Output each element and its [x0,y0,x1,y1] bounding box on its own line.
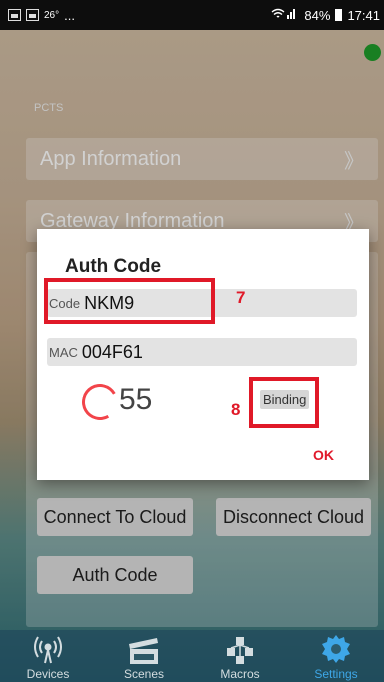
battery-percent: 84% [304,7,331,23]
nav-devices[interactable]: Devices [0,630,96,682]
clock: 17:41 [347,7,380,23]
nav-devices-label: Devices [26,667,70,681]
gear-icon [322,635,350,663]
mac-value: 004F61 [81,341,143,362]
nav-macros-label: Macros [220,667,260,681]
dialog-title: Auth Code [65,256,162,277]
gallery-notification-icon [8,9,21,21]
annotation-number-7: 7 [236,288,246,307]
flipboard-notification-icon [26,9,39,21]
nav-macros[interactable]: Macros [192,630,288,682]
annotation-box-code [44,278,215,324]
auth-code-dialog: Auth Code Code NKM9 MAC 004F61 55 Bindin… [37,229,369,480]
devices-icon [34,636,62,664]
nav-settings-label: Settings [314,667,358,681]
progress-spinner-icon [77,379,123,425]
wifi-signal-icon [271,7,299,23]
mac-field[interactable]: MAC 004F61 [47,338,357,366]
ok-button[interactable]: OK [313,447,334,463]
status-more-dots: ... [64,7,75,23]
nav-scenes[interactable]: Scenes [96,630,192,682]
annotation-box-binding [249,377,319,428]
battery-icon [335,9,343,21]
countdown-value: 55 [119,383,153,416]
bottom-nav: Devices Scenes Macros Settings [0,630,384,682]
mac-label: MAC [49,344,78,360]
nav-scenes-label: Scenes [123,667,165,681]
status-temperature: 26° [44,9,60,21]
annotation-number-8: 8 [231,400,241,419]
clapperboard-icon [129,638,158,664]
status-bar: 26° ... 84% 17:41 [0,0,384,30]
nav-settings[interactable]: Settings [288,630,384,682]
macros-icon [227,637,253,664]
